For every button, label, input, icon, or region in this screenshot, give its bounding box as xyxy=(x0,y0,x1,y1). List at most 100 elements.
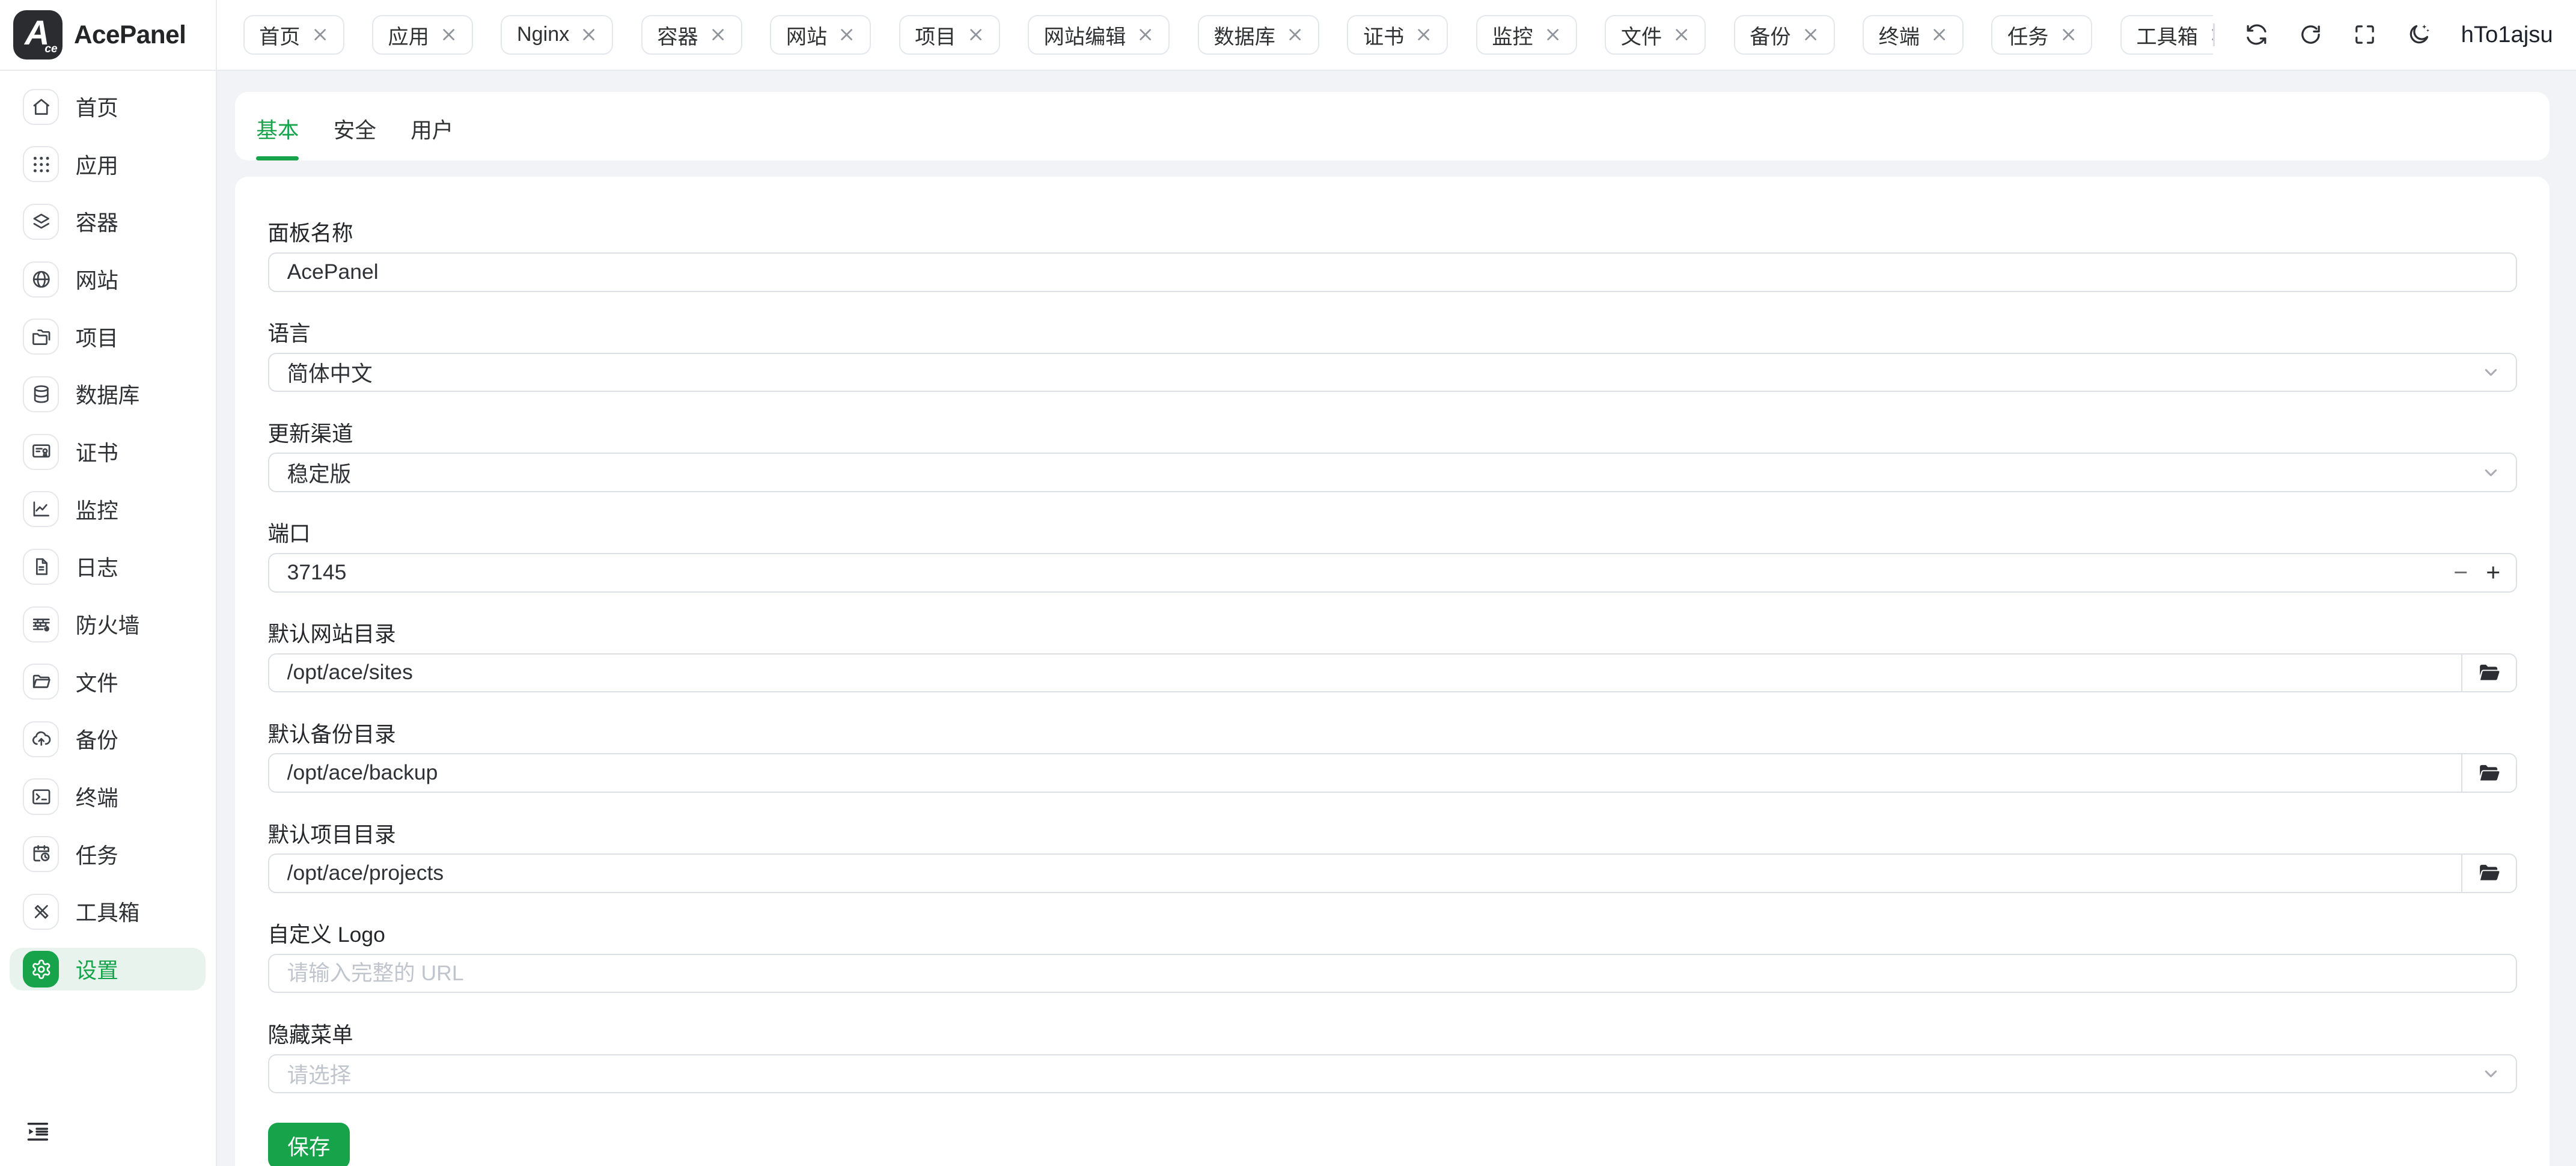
close-icon[interactable] xyxy=(1137,26,1153,43)
header-tab[interactable]: 证书 xyxy=(1347,15,1448,55)
header-tab[interactable]: 网站编辑 xyxy=(1028,15,1170,55)
sidebar-collapse-icon[interactable] xyxy=(25,1119,51,1145)
header-tab[interactable]: 终端 xyxy=(1863,15,1964,55)
header-tab-label: 工具箱 xyxy=(2137,20,2198,50)
close-icon[interactable] xyxy=(1673,26,1689,43)
workspace-tab-bar: 首页应用Nginx容器网站项目网站编辑数据库证书监控文件备份终端任务工具箱设置 xyxy=(217,0,2213,70)
sidebar-item-tasks[interactable]: 任务 xyxy=(10,833,206,876)
header-tab[interactable]: 数据库 xyxy=(1198,15,1319,55)
sidebar-item-firewall[interactable]: 防火墙 xyxy=(10,603,206,646)
header-tab-label: 容器 xyxy=(657,20,698,50)
close-icon[interactable] xyxy=(838,26,855,43)
sidebar-item-files[interactable]: 文件 xyxy=(10,661,206,703)
sidebar-item-terminal[interactable]: 终端 xyxy=(10,775,206,818)
close-icon[interactable] xyxy=(1931,26,1947,43)
sidebar-item-websites[interactable]: 网站 xyxy=(10,258,206,301)
project-dir-group: 默认项目目录 xyxy=(268,821,2517,893)
close-icon[interactable] xyxy=(1287,26,1303,43)
backup-dir-input[interactable] xyxy=(269,754,2462,790)
update-channel-label: 更新渠道 xyxy=(268,420,2517,448)
custom-logo-input[interactable] xyxy=(268,954,2517,994)
sidebar-item-databases[interactable]: 数据库 xyxy=(10,373,206,415)
header-tab[interactable]: 网站 xyxy=(770,15,871,55)
containers-icon xyxy=(23,204,59,240)
tab-basic[interactable]: 基本 xyxy=(256,114,299,160)
header-tab-label: 监控 xyxy=(1492,20,1533,50)
backup-dir-browse-button[interactable] xyxy=(2461,754,2515,792)
sidebar-item-label: 容器 xyxy=(76,206,118,237)
refresh-icon[interactable] xyxy=(2298,22,2323,47)
port-increase-button[interactable]: + xyxy=(2486,560,2500,585)
site-dir-input[interactable] xyxy=(269,655,2462,691)
site-dir-browse-button[interactable] xyxy=(2461,655,2515,692)
home-icon xyxy=(23,89,59,125)
sidebar-item-apps[interactable]: 应用 xyxy=(10,143,206,186)
close-icon[interactable] xyxy=(581,26,597,43)
port-label: 端口 xyxy=(268,520,2517,548)
hide-menu-placeholder: 请选择 xyxy=(287,1058,352,1089)
panel-name-group: 面板名称 xyxy=(268,219,2517,292)
projects-icon xyxy=(23,319,59,355)
header-tab[interactable]: 备份 xyxy=(1734,15,1835,55)
sidebar-item-label: 证书 xyxy=(76,436,118,467)
sidebar-item-label: 任务 xyxy=(76,839,118,870)
header-tab[interactable]: 容器 xyxy=(641,15,742,55)
header-tab[interactable]: 文件 xyxy=(1605,15,1706,55)
header-actions: hTo1ajsu xyxy=(2213,0,2576,70)
port-decrease-button[interactable]: − xyxy=(2453,560,2468,585)
backup-dir-label: 默认备份目录 xyxy=(268,721,2517,748)
sidebar-item-projects[interactable]: 项目 xyxy=(10,316,206,358)
fullscreen-icon[interactable] xyxy=(2352,22,2377,47)
language-select[interactable]: 简体中文 xyxy=(268,353,2517,392)
header-tab[interactable]: 监控 xyxy=(1476,15,1577,55)
update-channel-select[interactable]: 稳定版 xyxy=(268,453,2517,492)
hide-menu-label: 隐藏菜单 xyxy=(268,1021,2517,1049)
sidebar-item-containers[interactable]: 容器 xyxy=(10,200,206,243)
close-icon[interactable] xyxy=(968,26,984,43)
header-tab[interactable]: Nginx xyxy=(501,15,613,55)
sync-icon[interactable] xyxy=(2244,22,2269,47)
files-icon xyxy=(23,664,59,700)
header-tab[interactable]: 任务 xyxy=(1991,15,2092,55)
site-dir-group: 默认网站目录 xyxy=(268,620,2517,692)
sidebar-item-logs[interactable]: 日志 xyxy=(10,545,206,588)
close-icon[interactable] xyxy=(710,26,726,43)
sidebar-item-certificates[interactable]: 证书 xyxy=(10,430,206,473)
header-tab[interactable]: 项目 xyxy=(899,15,1000,55)
settings-icon xyxy=(23,951,59,987)
close-icon[interactable] xyxy=(2060,26,2077,43)
sidebar-item-settings[interactable]: 设置 xyxy=(10,948,206,990)
close-icon[interactable] xyxy=(312,26,328,43)
monitor-icon xyxy=(23,491,59,527)
chevron-down-icon xyxy=(2481,362,2501,382)
sidebar-item-monitor[interactable]: 监控 xyxy=(10,488,206,531)
main-content: 基本 安全 用户 面板名称 语言 简体中文 xyxy=(217,71,2576,1166)
hide-menu-select[interactable]: 请选择 xyxy=(268,1054,2517,1094)
header-tab[interactable]: 首页 xyxy=(243,15,344,55)
port-input[interactable] xyxy=(268,553,2517,593)
sidebar-item-label: 工具箱 xyxy=(76,896,140,927)
sidebar-item-toolbox[interactable]: 工具箱 xyxy=(10,890,206,933)
project-dir-label: 默认项目目录 xyxy=(268,821,2517,849)
tab-security[interactable]: 安全 xyxy=(334,114,376,160)
dark-mode-icon[interactable] xyxy=(2407,22,2431,47)
username[interactable]: hTo1ajsu xyxy=(2461,22,2553,48)
sidebar-item-home[interactable]: 首页 xyxy=(10,85,206,128)
close-icon[interactable] xyxy=(1802,26,1819,43)
panel-name-input[interactable] xyxy=(268,252,2517,292)
project-dir-browse-button[interactable] xyxy=(2461,855,2515,892)
header-tab[interactable]: 工具箱 xyxy=(2120,15,2213,55)
header-tab[interactable]: 应用 xyxy=(372,15,473,55)
tab-users[interactable]: 用户 xyxy=(411,114,453,160)
save-button[interactable]: 保存 xyxy=(268,1123,350,1166)
project-dir-input[interactable] xyxy=(269,855,2462,891)
sidebar-item-backup[interactable]: 备份 xyxy=(10,718,206,760)
top-bar: Ace AcePanel 首页应用Nginx容器网站项目网站编辑数据库证书监控文… xyxy=(0,0,2576,71)
chevron-down-icon xyxy=(2481,1064,2501,1084)
hide-menu-group: 隐藏菜单 请选择 xyxy=(268,1021,2517,1093)
header-separator xyxy=(2213,23,2215,46)
settings-tabs-card: 基本 安全 用户 xyxy=(235,92,2550,160)
close-icon[interactable] xyxy=(441,26,457,43)
close-icon[interactable] xyxy=(1545,26,1561,43)
close-icon[interactable] xyxy=(1415,26,1432,43)
